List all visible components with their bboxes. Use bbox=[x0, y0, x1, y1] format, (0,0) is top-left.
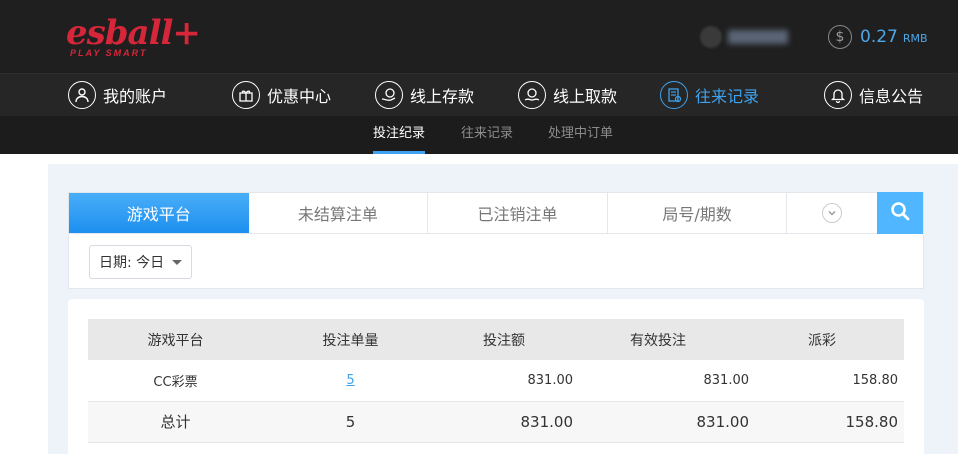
nav-label: 优惠中心 bbox=[267, 87, 332, 106]
balance-unit: RMB bbox=[902, 32, 928, 45]
withdraw-icon bbox=[518, 81, 546, 109]
nav-withdraw[interactable]: 线上取款 bbox=[518, 74, 617, 116]
col-header-valid-bet: 有效投注 bbox=[578, 319, 754, 360]
cell-payout: 158.80 bbox=[754, 360, 904, 402]
cell-valid-bet: 831.00 bbox=[578, 360, 754, 402]
total-bet-amount: 831.00 bbox=[438, 401, 578, 443]
caret-down-icon bbox=[172, 259, 183, 265]
summary-card: 游戏平台 投注单量 投注额 有效投注 派彩 CC彩票 5 831.00 831.… bbox=[68, 299, 924, 454]
subnav-bet-records[interactable]: 投注纪录 bbox=[373, 116, 426, 154]
top-header: esball+ PLAY SMART $ 0.27 RMB bbox=[0, 0, 958, 73]
bet-summary-table: 游戏平台 投注单量 投注额 有效投注 派彩 CC彩票 5 831.00 831.… bbox=[88, 319, 904, 443]
logo-tagline: PLAY SMART bbox=[70, 48, 148, 58]
subnav-pending-orders[interactable]: 处理中订单 bbox=[548, 116, 613, 154]
col-header-bet-amount: 投注额 bbox=[438, 319, 578, 360]
nav-records[interactable]: 往来记录 bbox=[660, 74, 759, 116]
total-label: 总计 bbox=[88, 401, 263, 443]
nav-promotions[interactable]: 优惠中心 bbox=[232, 74, 331, 116]
deposit-icon bbox=[375, 81, 403, 109]
nav-my-account[interactable]: 我的账户 bbox=[68, 74, 167, 116]
content-panel: 游戏平台 未结算注单 已注销注单 局号/期数 日期: 今日 游戏平台 投注单量 bbox=[48, 164, 958, 454]
cell-bet-count: 5 bbox=[263, 360, 438, 402]
nav-label: 往来记录 bbox=[695, 87, 760, 106]
cell-bet-amount: 831.00 bbox=[438, 360, 578, 402]
total-valid-bet: 831.00 bbox=[578, 401, 754, 443]
sub-nav: 投注纪录 往来记录 处理中订单 bbox=[0, 116, 958, 154]
filter-bar: 日期: 今日 bbox=[68, 234, 924, 289]
nav-deposit[interactable]: 线上存款 bbox=[375, 74, 474, 116]
col-header-platform: 游戏平台 bbox=[88, 319, 263, 360]
nav-announcements[interactable]: 信息公告 bbox=[824, 74, 923, 116]
search-button[interactable] bbox=[877, 192, 923, 234]
subnav-transactions[interactable]: 往来记录 bbox=[461, 116, 513, 154]
esball-logo[interactable]: esball+ PLAY SMART bbox=[66, 14, 201, 60]
dollar-coin-icon: $ bbox=[828, 25, 852, 49]
nav-label: 我的账户 bbox=[103, 87, 168, 106]
col-header-payout: 派彩 bbox=[754, 319, 904, 360]
total-bet-count: 5 bbox=[263, 401, 438, 443]
main-nav: 我的账户 优惠中心 线上存款 线上取款 往来记录 信息公告 bbox=[0, 73, 958, 116]
more-tabs-dropdown[interactable] bbox=[787, 193, 878, 233]
bell-icon bbox=[824, 81, 852, 109]
search-icon bbox=[890, 201, 910, 225]
date-dropdown[interactable]: 日期: 今日 bbox=[89, 245, 192, 279]
chevron-down-icon bbox=[822, 203, 843, 223]
col-header-bet-count: 投注单量 bbox=[263, 319, 438, 360]
total-payout: 158.80 bbox=[754, 401, 904, 443]
tab-unsettled[interactable]: 未结算注单 bbox=[248, 193, 429, 233]
bet-count-link[interactable]: 5 bbox=[346, 373, 354, 388]
balance-display: $ 0.27 RMB bbox=[828, 24, 928, 50]
records-icon bbox=[660, 81, 688, 109]
nav-label: 线上存款 bbox=[410, 87, 475, 106]
user-icon bbox=[68, 81, 96, 109]
username-blurred bbox=[728, 30, 788, 44]
filter-tabs: 游戏平台 未结算注单 已注销注单 局号/期数 bbox=[68, 192, 924, 234]
date-dropdown-label: 日期: 今日 bbox=[99, 255, 165, 271]
logo-text: esball+ bbox=[66, 13, 201, 53]
gift-icon bbox=[232, 81, 260, 109]
tab-round-number[interactable]: 局号/期数 bbox=[607, 193, 788, 233]
cell-platform: CC彩票 bbox=[88, 360, 263, 402]
nav-label: 信息公告 bbox=[859, 87, 924, 106]
tab-cancelled[interactable]: 已注销注单 bbox=[428, 193, 608, 233]
table-row: CC彩票 5 831.00 831.00 158.80 bbox=[88, 360, 904, 402]
avatar bbox=[700, 26, 722, 48]
balance-value: 0.27 bbox=[860, 27, 898, 47]
tab-game-platform[interactable]: 游戏平台 bbox=[69, 193, 249, 233]
nav-label: 线上取款 bbox=[553, 87, 618, 106]
table-header-row: 游戏平台 投注单量 投注额 有效投注 派彩 bbox=[88, 319, 904, 360]
table-total-row: 总计 5 831.00 831.00 158.80 bbox=[88, 401, 904, 443]
